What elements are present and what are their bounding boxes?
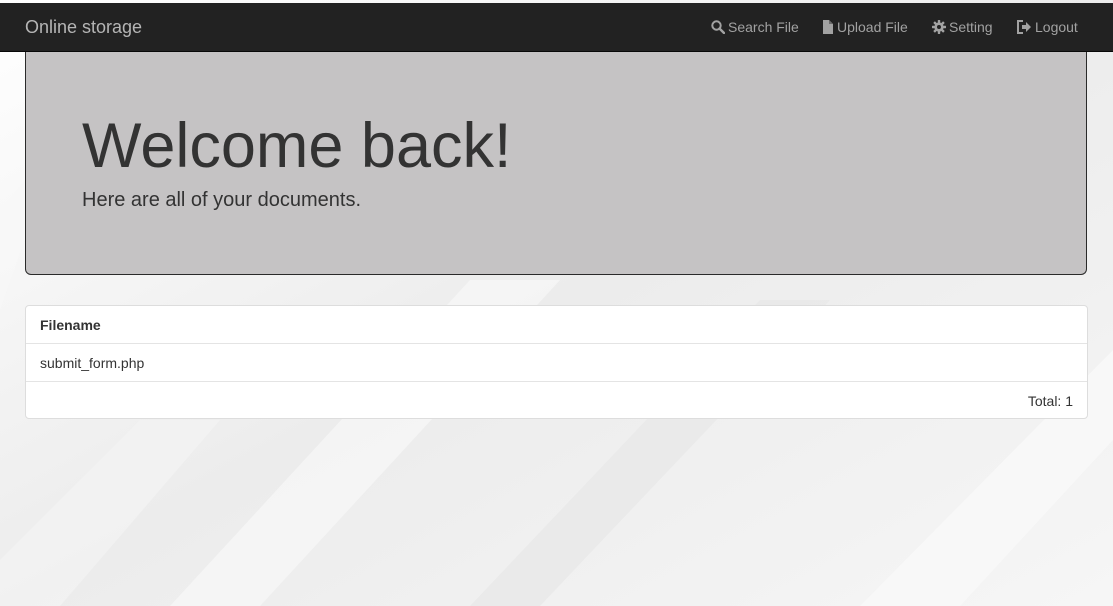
- search-icon: [711, 20, 726, 35]
- nav-logout[interactable]: Logout: [1017, 3, 1078, 51]
- filename-column-header: Filename: [40, 317, 101, 333]
- page-title: Welcome back!: [82, 111, 512, 181]
- welcome-banner: Welcome back! Here are all of your docum…: [25, 51, 1087, 275]
- file-table: Filename submit_form.php Total: 1: [25, 305, 1088, 419]
- nav-setting-label: Setting: [949, 19, 993, 35]
- file-icon: [823, 20, 833, 34]
- nav-search-file-label: Search File: [728, 19, 799, 35]
- table-row[interactable]: submit_form.php: [26, 344, 1087, 382]
- top-navbar: Online storage Search File Upload File S…: [0, 3, 1113, 52]
- nav-logout-label: Logout: [1035, 19, 1078, 35]
- page-subtitle: Here are all of your documents.: [82, 189, 362, 211]
- table-header-row: Filename: [26, 306, 1087, 344]
- nav-search-file[interactable]: Search File: [711, 3, 799, 51]
- nav-upload-file-label: Upload File: [837, 19, 908, 35]
- brand-link[interactable]: Online storage: [25, 3, 142, 51]
- table-footer-row: Total: 1: [26, 382, 1087, 420]
- logout-icon: [1017, 20, 1031, 34]
- nav-upload-file[interactable]: Upload File: [822, 3, 908, 51]
- nav-setting[interactable]: Setting: [932, 3, 993, 51]
- total-count: Total: 1: [1027, 393, 1073, 409]
- filename-cell[interactable]: submit_form.php: [40, 344, 144, 382]
- gear-icon: [932, 20, 946, 34]
